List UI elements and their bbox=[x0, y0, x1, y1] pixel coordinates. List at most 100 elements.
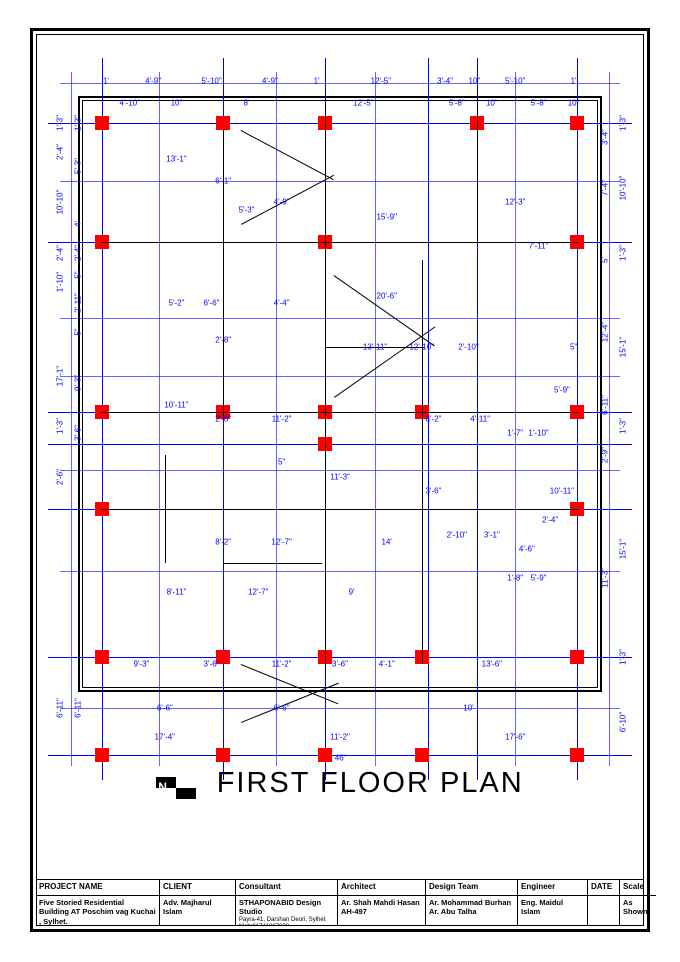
dimension-label: 1'-3" bbox=[74, 115, 83, 131]
tb-hdr-scale: Scale bbox=[620, 880, 656, 896]
tb-hdr-consultant: Consultant bbox=[236, 880, 338, 896]
dimension-label: 5'-10" bbox=[505, 77, 525, 86]
dimension-label: 6'-11" bbox=[55, 698, 64, 718]
dimension-label: 5'-8" bbox=[449, 98, 465, 107]
dimension-label: 3'-4" bbox=[600, 129, 609, 145]
dimension-label: 4' bbox=[74, 221, 83, 227]
dimension-label: 1'-3" bbox=[55, 115, 64, 131]
dimension-label: 10'-10" bbox=[55, 190, 64, 215]
dimension-label: 10'-10" bbox=[619, 176, 628, 201]
dimension-label: 10'-11" bbox=[164, 400, 188, 409]
dimension-label: 5'-9" bbox=[554, 386, 570, 395]
tb-val-engineer: Eng. Maidul Islam bbox=[518, 896, 588, 926]
dimension-label: 1'-3" bbox=[619, 649, 628, 665]
dimension-label: 12'-7" bbox=[248, 588, 268, 597]
tb-val-architect: Ar. Shah Mahdi HasanAH-497 bbox=[338, 896, 426, 926]
dimension-label: 2'-4" bbox=[55, 144, 64, 160]
dimension-label: 4'-1" bbox=[379, 660, 395, 669]
column-marker bbox=[415, 748, 429, 762]
dimension-label: 12'-5" bbox=[353, 98, 373, 107]
dimension-label: 1'-7" bbox=[507, 429, 523, 438]
dimension-label: 11'-2" bbox=[272, 660, 292, 669]
dimension-label: 1'-3" bbox=[619, 245, 628, 261]
dimension-label: 2'-8" bbox=[215, 415, 231, 424]
dimension-label: 6'-6" bbox=[274, 703, 290, 712]
tb-hdr-client: CLIENT bbox=[160, 880, 236, 896]
dimension-label: 4'-11" bbox=[470, 415, 490, 424]
dimension-label: 12'-3" bbox=[505, 198, 525, 207]
column-marker bbox=[570, 748, 584, 762]
dimension-label: 10" bbox=[468, 77, 480, 86]
tb-val-client: Adv. Majharul Islam bbox=[160, 896, 236, 926]
dimension-label: 6'-1" bbox=[215, 176, 231, 185]
dimension-label: 7'-11" bbox=[529, 241, 549, 250]
dimension-label: 15'-1" bbox=[619, 337, 628, 357]
tb-val-designteam: Ar. Mohammad BurhanAr. Abu Talha bbox=[426, 896, 518, 926]
dimension-label: 2'-10" bbox=[458, 342, 478, 351]
dimension-label: 5" bbox=[74, 271, 83, 278]
dimension-label: 15'-1" bbox=[619, 539, 628, 559]
dimension-label: 4'-10" bbox=[120, 98, 140, 107]
drawing-sheet: 1'4'-9"5'-10"4'-9"1'12'-5"3'-4"10"5'-10"… bbox=[0, 0, 680, 962]
dimension-label: 10'-11" bbox=[550, 487, 574, 496]
dimension-label: 10" bbox=[171, 98, 183, 107]
dimension-label: 9'-3" bbox=[133, 660, 149, 669]
dimension-label: 5'-3" bbox=[74, 158, 83, 174]
dimension-label: 2'-9" bbox=[600, 447, 609, 463]
dimension-label: 1'-10" bbox=[528, 429, 548, 438]
dimension-label: 4'-4" bbox=[274, 299, 290, 308]
dimension-label: 11'-2" bbox=[330, 732, 350, 741]
dimension-label: 7'-4" bbox=[600, 180, 609, 196]
tb-val-date bbox=[588, 896, 620, 926]
dimension-label: 6'-11" bbox=[600, 395, 609, 415]
dimension-label: 12'-4" bbox=[600, 322, 609, 342]
dimension-label: 4'-9" bbox=[262, 77, 278, 86]
dimension-label: 10" bbox=[486, 98, 498, 107]
dimension-label: 3'-6" bbox=[74, 425, 83, 441]
dimension-label: 10" bbox=[568, 98, 580, 107]
column-marker bbox=[570, 116, 584, 130]
grid-line-h bbox=[48, 444, 632, 445]
dimension-label: 17'-4" bbox=[155, 732, 175, 741]
dimension-label: 15'-9" bbox=[377, 212, 397, 221]
grid-line-h bbox=[48, 123, 632, 124]
dimension-label: 1'-3" bbox=[619, 115, 628, 131]
dimension-label: 3'-6" bbox=[204, 660, 220, 669]
dimension-label: 2'-8" bbox=[215, 335, 231, 344]
dimension-label: 4'-6" bbox=[519, 544, 535, 553]
dimension-label: 5'-9" bbox=[531, 573, 547, 582]
dimension-label: 12'-7" bbox=[271, 537, 291, 546]
dimension-label: 1'-8" bbox=[507, 573, 523, 582]
dimension-label: 1' bbox=[103, 77, 109, 86]
dimension-label: 3'-4" bbox=[437, 77, 453, 86]
dimension-label: 11'-2" bbox=[272, 415, 292, 424]
dimension-label: 8'-2" bbox=[425, 415, 441, 424]
dimension-label: 11'-3" bbox=[600, 568, 609, 588]
tb-val-scale: As Shown bbox=[620, 896, 656, 926]
dimension-label: 9'-3" bbox=[74, 375, 83, 391]
dimension-label: 9' bbox=[349, 588, 355, 597]
dimension-label: 17'-1" bbox=[55, 365, 64, 385]
dimension-label: 3'-6" bbox=[425, 487, 441, 496]
dimension-label: 3'-6" bbox=[332, 660, 348, 669]
dimension-label: 2'-11" bbox=[74, 294, 83, 314]
grid-line-v bbox=[102, 58, 103, 780]
column-marker bbox=[318, 748, 332, 762]
dimension-label: 5'-10" bbox=[201, 77, 221, 86]
tb-hdr-date: DATE bbox=[588, 880, 620, 896]
dimension-label: 12'-5" bbox=[371, 77, 391, 86]
dimension-label: 13'-1" bbox=[166, 155, 186, 164]
dimension-label: 20'-6" bbox=[377, 292, 397, 301]
dimension-label: 11'-3" bbox=[330, 472, 350, 481]
dimension-label: 5" bbox=[570, 342, 577, 351]
column-marker bbox=[95, 748, 109, 762]
dimension-label: 13'-6" bbox=[482, 660, 502, 669]
column-marker bbox=[95, 116, 109, 130]
plan-title: N FIRST FLOOR PLAN bbox=[48, 767, 632, 800]
grid-line-h bbox=[48, 657, 632, 658]
dimension-label: 8'-11" bbox=[167, 588, 187, 597]
grid-line-v bbox=[577, 58, 578, 780]
column-marker bbox=[570, 650, 584, 664]
dimension-label: 4'-9" bbox=[145, 77, 161, 86]
tb-hdr-engineer: Engineer bbox=[518, 880, 588, 896]
